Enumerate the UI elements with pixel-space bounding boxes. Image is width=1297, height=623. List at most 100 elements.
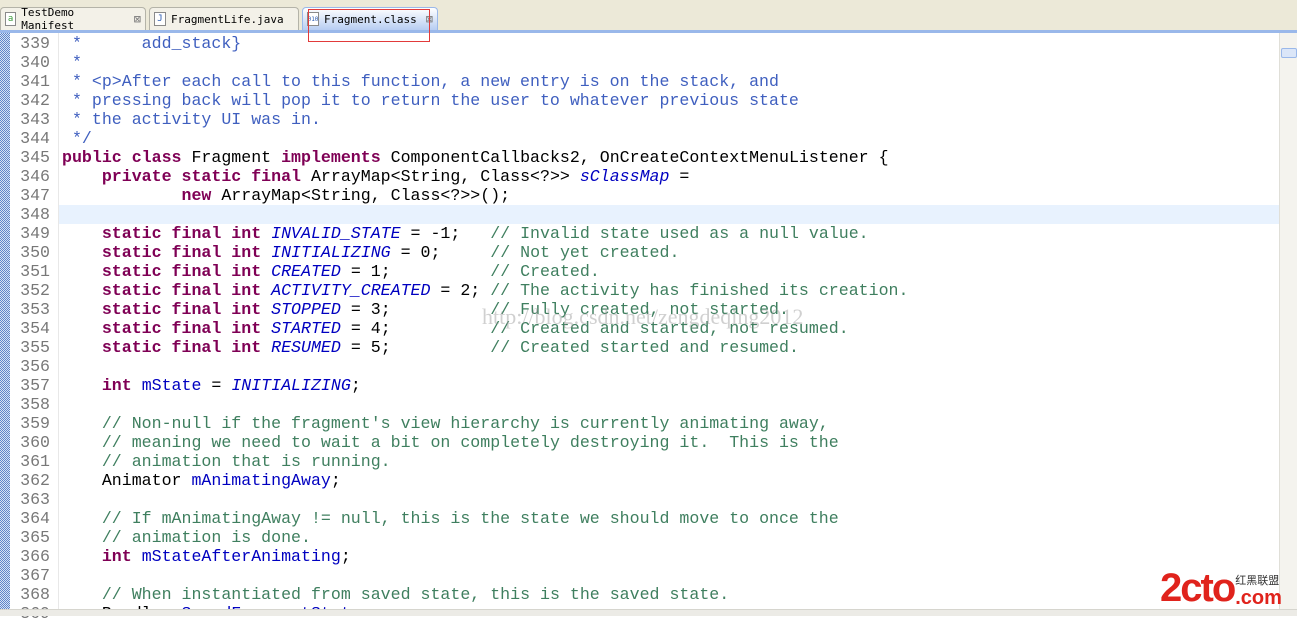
javadoc-text: * <p>After each call to this function, a… [62, 72, 779, 91]
code-line[interactable]: static final int INVALID_STATE = -1; // … [59, 224, 1279, 243]
static-field-name: ACTIVITY_CREATED [271, 281, 431, 300]
code-line[interactable]: // meaning we need to wait a bit on comp… [59, 433, 1279, 452]
comment: // meaning we need to wait a bit on comp… [101, 433, 839, 452]
code-line[interactable]: static final int STOPPED = 3; // Fully c… [59, 300, 1279, 319]
code-line[interactable]: static final int STARTED = 4; // Created… [59, 319, 1279, 338]
comment: // Non-null if the fragment's view hiera… [101, 414, 829, 433]
code-editor[interactable]: * add_stack} * * <p>After each call to t… [59, 33, 1279, 611]
code-line[interactable]: // Non-null if the fragment's view hiera… [59, 414, 1279, 433]
keyword: static final int [101, 319, 262, 338]
logo-cn: 红黑联盟 [1235, 575, 1280, 587]
line-number: 368 [20, 585, 50, 604]
line-number: 342 [20, 91, 50, 110]
scrollbar-thumb[interactable] [1281, 48, 1297, 58]
vertical-scrollbar[interactable] [1279, 33, 1297, 611]
javadoc-text: * add_stack} [62, 34, 242, 53]
code-line[interactable]: int mStateAfterAnimating; [59, 547, 1279, 566]
javadoc-text: * the activity UI was in. [62, 110, 321, 129]
code-text: = 0; [390, 243, 491, 262]
code-line[interactable]: Animator mAnimatingAway; [59, 471, 1279, 490]
code-line[interactable] [59, 205, 1279, 224]
line-number-gutter: 339 340 341 342 343 344 345 346 347 348 349 350 351 3… [10, 33, 59, 623]
code-line[interactable]: // If mAnimatingAway != null, this is th… [59, 509, 1279, 528]
code-line[interactable] [59, 566, 1279, 585]
static-field-name: INITIALIZING [271, 243, 391, 262]
code-line[interactable]: private static final ArrayMap<String, Cl… [59, 167, 1279, 186]
code-content: // animation that is running. [62, 452, 391, 471]
code-line[interactable]: // animation is done. [59, 528, 1279, 547]
line-number: 353 [20, 300, 50, 319]
code-line[interactable]: static final int INITIALIZING = 0; // No… [59, 243, 1279, 262]
code-line[interactable]: * <p>After each call to this function, a… [59, 72, 1279, 91]
comment: // If mAnimatingAway != null, this is th… [101, 509, 839, 528]
line-number: 367 [20, 566, 50, 585]
keyword: static final int [101, 224, 262, 243]
code-line[interactable]: * the activity UI was in. [59, 110, 1279, 129]
code-line[interactable]: static final int CREATED = 1; // Created… [59, 262, 1279, 281]
tab-testdemo-manifest[interactable]: a TestDemo Manifest ⊠ [0, 6, 146, 32]
line-number: 350 [20, 243, 50, 262]
code-line[interactable]: */ [59, 129, 1279, 148]
keyword: static final int [101, 262, 262, 281]
line-number: 343 [20, 110, 50, 129]
line-number: 346 [20, 167, 50, 186]
code-line[interactable]: public class Fragment implements Compone… [59, 148, 1279, 167]
tab-label: FragmentLife.java [171, 12, 284, 26]
code-line[interactable]: * [59, 53, 1279, 72]
code-content: static final int INVALID_STATE = -1; // … [62, 224, 869, 243]
code-content: private static final ArrayMap<String, Cl… [62, 167, 690, 186]
code-line[interactable]: * add_stack} [59, 34, 1279, 53]
code-text: = [669, 167, 690, 186]
comment: // The activity has finished its creatio… [490, 281, 909, 300]
code-content: new ArrayMap<String, Class<?>>(); [62, 186, 511, 205]
comment: // Created started and resumed. [490, 338, 799, 357]
tab-label: TestDemo Manifest [21, 6, 75, 32]
editor-tab-bar: a TestDemo Manifest ⊠ J FragmentLife.jav… [0, 0, 1297, 32]
code-line[interactable]: int mState = INITIALIZING; [59, 376, 1279, 395]
code-line[interactable]: static final int RESUMED = 5; // Created… [59, 338, 1279, 357]
code-line[interactable] [59, 395, 1279, 414]
comment: // Fully created, not started. [490, 300, 789, 319]
keyword: public class [62, 148, 182, 167]
comment: // animation that is running. [101, 452, 391, 471]
javadoc-text: * [62, 53, 82, 72]
code-line[interactable]: * pressing back will pop it to return th… [59, 91, 1279, 110]
code-text: = [201, 376, 232, 395]
line-number: 356 [20, 357, 50, 376]
code-line[interactable]: // animation that is running. [59, 452, 1279, 471]
code-line[interactable] [59, 490, 1279, 509]
close-icon[interactable]: ⊠ [134, 12, 141, 26]
code-line[interactable]: // When instantiated from saved state, t… [59, 585, 1279, 604]
code-text: ArrayMap<String, Class<?>>(); [211, 186, 511, 205]
comment: // Created and started, not resumed. [490, 319, 849, 338]
line-number: 351 [20, 262, 50, 281]
line-number: 362 [20, 471, 50, 490]
keyword: static final int [101, 243, 262, 262]
code-content: int mState = INITIALIZING; [62, 376, 361, 395]
keyword: implements [281, 148, 381, 167]
line-number: 357 [20, 376, 50, 395]
code-line[interactable] [59, 357, 1279, 376]
javadoc-text: */ [62, 129, 92, 148]
code-text: = 4; [340, 319, 491, 338]
code-line[interactable]: static final int ACTIVITY_CREATED = 2; /… [59, 281, 1279, 300]
code-content: // If mAnimatingAway != null, this is th… [62, 509, 839, 528]
code-line[interactable]: new ArrayMap<String, Class<?>>(); [59, 186, 1279, 205]
line-number: 341 [20, 72, 50, 91]
tab-fragmentlife-java[interactable]: J FragmentLife.java [149, 7, 299, 30]
static-field-name: STARTED [271, 319, 341, 338]
site-logo: 2cto 红黑联盟 .com [1160, 568, 1282, 608]
